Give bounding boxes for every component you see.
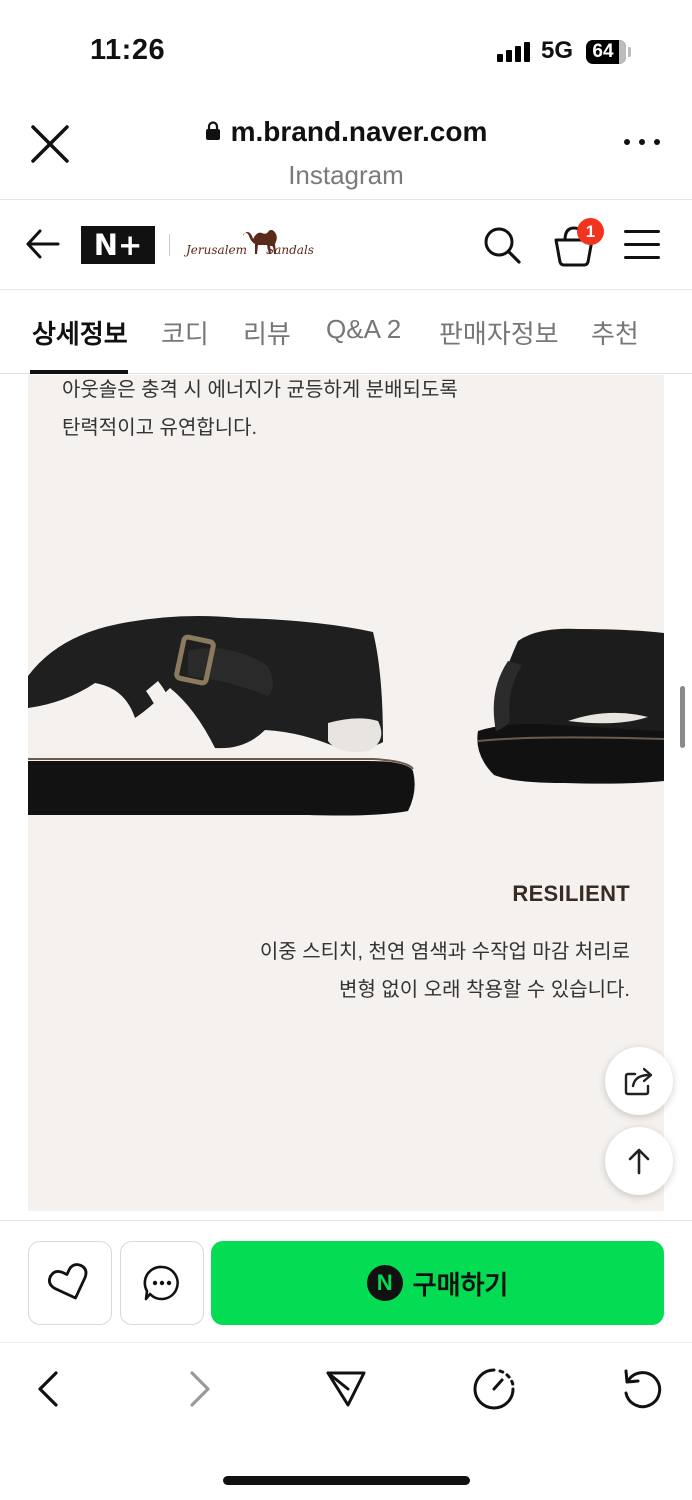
url-subtitle: Instagram: [288, 160, 404, 190]
purchase-bar: N 구매하기: [0, 1220, 692, 1342]
buy-button-label: 구매하기: [412, 1269, 509, 1300]
send-button[interactable]: [322, 1365, 370, 1413]
tab-recommend[interactable]: 추천: [591, 314, 639, 351]
talk-talk-button[interactable]: [120, 1241, 204, 1325]
outsole-description-line2: 탄력적이고 유연합니다.: [62, 417, 258, 439]
share-icon: [624, 1067, 653, 1096]
naver-pay-n-icon: N: [366, 1265, 403, 1301]
resilient-heading: RESILIENT: [512, 881, 630, 906]
active-tab-indicator: [30, 370, 128, 374]
nplus-store-logo[interactable]: N+: [81, 226, 155, 264]
store-header: N+ Jerusalem Sandals: [0, 200, 692, 290]
url-area[interactable]: m.brand.naver.com Instagram: [0, 116, 692, 191]
battery-icon: 64: [586, 40, 626, 64]
arrow-left-icon: [26, 229, 60, 259]
search-button[interactable]: [481, 224, 523, 266]
status-time: 11:26: [90, 34, 166, 66]
chevron-right-icon: [190, 1371, 210, 1407]
tab-detail[interactable]: 상세정보: [32, 314, 128, 351]
more-button[interactable]: [624, 136, 660, 148]
network-label: 5G: [541, 37, 574, 64]
speed-button[interactable]: [470, 1365, 518, 1413]
send-icon: [326, 1371, 366, 1407]
browser-back-button[interactable]: [26, 1365, 74, 1413]
tab-review[interactable]: 리뷰: [243, 314, 291, 351]
back-button[interactable]: [24, 224, 64, 264]
page-scrollbar[interactable]: [680, 686, 685, 748]
reload-icon: [624, 1369, 662, 1409]
resilient-description: 이중 스티치, 천연 염색과 수작업 마감 처리로 변형 없이 오래 착용할 수…: [260, 933, 630, 1009]
arrow-up-icon: [628, 1148, 650, 1175]
header-divider: [169, 234, 170, 256]
cart-count-badge: 1: [577, 218, 604, 245]
product-detail-content: 아웃솔은 충격 시 에너지가 균등하게 분배되도록 탄력적이고 유연합니다. R…: [28, 375, 664, 1211]
brand-logo[interactable]: Jerusalem Sandals: [186, 222, 326, 268]
battery-tip: [628, 47, 631, 57]
tab-seller-info[interactable]: 판매자정보: [439, 314, 559, 351]
buy-button[interactable]: N 구매하기: [211, 1241, 664, 1325]
lock-icon: [205, 121, 220, 140]
status-bar: 11:26 5G 64: [0, 0, 692, 100]
home-indicator[interactable]: [223, 1476, 470, 1485]
share-button[interactable]: [605, 1047, 673, 1115]
detail-tabs: 상세정보 코디 리뷰 Q&A 2 판매자정보 추천: [0, 290, 692, 374]
resilient-description-line1: 이중 스티치, 천연 염색과 수작업 마감 처리로: [259, 941, 630, 963]
sandals-image: [28, 616, 664, 816]
reload-button[interactable]: [618, 1365, 666, 1413]
browser-forward-button[interactable]: [174, 1365, 222, 1413]
outsole-description: 아웃솔은 충격 시 에너지가 균등하게 분배되도록 탄력적이고 유연합니다.: [62, 375, 458, 447]
wishlist-button[interactable]: [28, 1241, 112, 1325]
brand-name-part1: Jerusalem: [186, 243, 248, 257]
right-sandal: [477, 628, 664, 784]
battery-level: 64: [592, 41, 614, 62]
hamburger-icon: [624, 230, 660, 233]
chevron-left-icon: [38, 1371, 58, 1407]
url-text: m.brand.naver.com: [230, 116, 488, 147]
left-sandal: [28, 616, 415, 816]
brand-name-part2: Sandals: [266, 243, 314, 257]
browser-bar: m.brand.naver.com Instagram: [0, 100, 692, 200]
tab-qna[interactable]: Q&A 2: [326, 314, 401, 345]
resilient-description-line2: 변형 없이 오래 착용할 수 있습니다.: [339, 979, 630, 1001]
signal-icon: [497, 42, 533, 62]
tab-codi[interactable]: 코디: [161, 314, 209, 351]
more-icon: [624, 139, 630, 145]
gauge-icon: [473, 1368, 515, 1410]
search-icon: [484, 227, 521, 264]
chat-bubble-icon: [143, 1265, 179, 1301]
scroll-to-top-button[interactable]: [605, 1127, 673, 1195]
heart-icon: [48, 1263, 88, 1300]
menu-button[interactable]: [624, 230, 662, 260]
outsole-description-line1: 아웃솔은 충격 시 에너지가 균등하게 분배되도록: [62, 379, 458, 401]
